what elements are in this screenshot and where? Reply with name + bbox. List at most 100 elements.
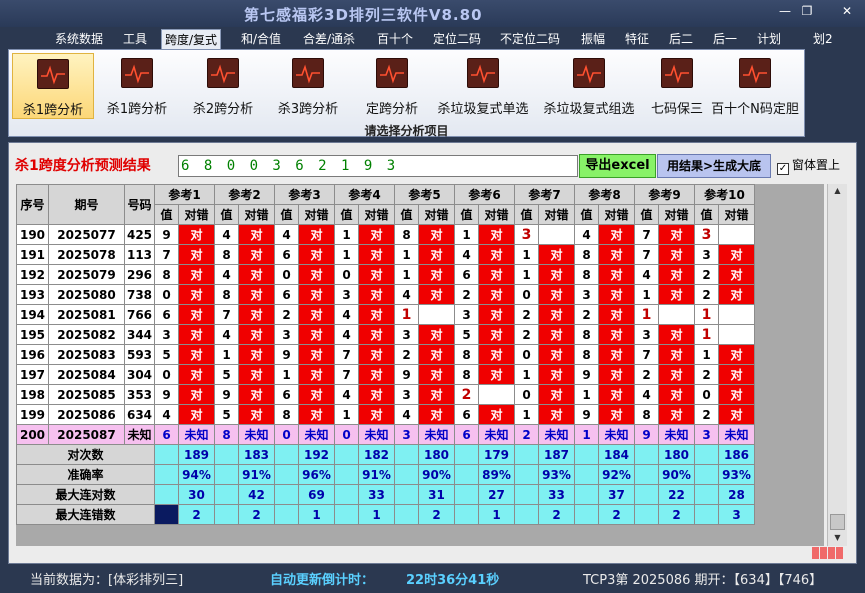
table-row[interactable]: 197 2025084 304 0 对 5 对 1 对 7 对 9 对 8 对 1 对 9 对 2 对 2 对 [16,364,755,385]
stat-spacer [634,504,659,525]
check-cell: 对 [418,364,455,385]
analysis-button-label: 定跨分析 [365,102,418,117]
vertical-scrollbar[interactable]: ▲ ▼ [827,184,847,546]
stat-cell: 2 [238,504,275,525]
analysis-button[interactable]: 杀3跨分析 [267,53,349,119]
menu-item[interactable]: 不定位二码 [497,29,563,49]
value-cell: 4 [634,384,659,405]
period-cell: 2025081 [48,304,125,325]
table-row[interactable]: 199 2025086 634 4 对 5 对 8 对 1 对 4 对 6 对 1 对 9 对 8 对 2 对 [16,404,755,425]
menu-item[interactable]: 定位二码 [430,29,484,49]
seq-cell: 196 [16,344,49,365]
check-cell [718,224,755,245]
value-cell: 3 [694,424,719,445]
menu-item[interactable]: 振幅 [578,29,608,49]
stat-cell: 93% [718,464,755,485]
col-ref: 参考7 [514,184,575,205]
value-cell: 4 [334,384,359,405]
check-cell: 对 [238,264,275,285]
check-cell: 对 [718,284,755,305]
analysis-button[interactable]: 杀1跨分析 [12,53,94,119]
table-row[interactable]: 196 2025083 593 5 对 1 对 9 对 7 对 2 对 8 对 0 对 8 对 7 对 1 对 [16,344,755,365]
scroll-up-icon[interactable]: ▲ [828,184,847,198]
table-row[interactable]: 195 2025082 344 3 对 4 对 3 对 4 对 3 对 5 对 2 对 8 对 3 对 1 [16,324,755,345]
value-cell: 4 [154,404,179,425]
chart-icon [207,58,239,88]
value-cell: 9 [154,224,179,245]
analysis-button[interactable]: 杀垃圾复式单选 [433,53,533,119]
stat-label: 最大连对数 [16,484,155,505]
value-cell: 5 [214,404,239,425]
code-cell: 未知 [124,424,155,445]
seq-cell: 197 [16,364,49,385]
check-cell: 对 [238,224,275,245]
check-cell: 对 [538,404,575,425]
menu-item[interactable]: 划2 [810,29,836,49]
table-row[interactable]: 190 2025077 425 9 对 4 对 4 对 1 对 8 对 1 对 3 4 对 7 对 3 [16,224,755,245]
stat-cell: 180 [418,444,455,465]
status-bar: 当前数据为：[体彩排列三] 自动更新倒计时： 22时36分41秒 TCP3第 2… [0,565,865,593]
menu-item[interactable]: 后二 [666,29,696,49]
analysis-button[interactable]: 杀2跨分析 [181,53,265,119]
table-row[interactable]: 193 2025080 738 0 对 8 对 6 对 3 对 4 对 2 对 0 对 3 对 1 对 2 对 [16,284,755,305]
stat-label: 准确率 [16,464,155,485]
menu-item[interactable]: 跨度/复式 [161,29,222,49]
analysis-button[interactable]: 七码保三 [643,53,711,119]
value-cell: 8 [454,344,479,365]
col-code: 号码 [124,184,155,225]
menu-item[interactable]: 计划 [754,29,784,49]
value-cell: 0 [694,384,719,405]
generate-base-button[interactable]: 用结果>生成大底 [657,154,771,178]
col-check: 对错 [418,204,455,225]
stat-cell: 187 [538,444,575,465]
table-row[interactable]: 192 2025079 296 8 对 4 对 0 对 0 对 1 对 6 对 1 对 8 对 4 对 2 对 [16,264,755,285]
code-cell: 304 [124,364,155,385]
stat-spacer [334,504,359,525]
table-row[interactable]: 200 2025087 未知 6 未知 8 未知 0 未知 0 未知 3 未知 6 未知 2 未知 1 未知 9 未知 3… [16,424,755,445]
table-row[interactable]: 194 2025081 766 6 对 7 对 2 对 4 对 1 3 对 2 对 2 对 1 1 [16,304,755,325]
menu-item[interactable]: 百十个 [374,29,416,49]
check-cell: 对 [598,344,635,365]
checkbox-check-icon[interactable]: ✓ [777,163,789,175]
stat-spacer [694,464,719,485]
col-ref: 参考4 [334,184,395,205]
analysis-button[interactable]: 定跨分析 [353,53,431,119]
menu-item[interactable]: 和/合值 [238,29,284,49]
stat-cell: 2 [538,504,575,525]
content-panel: 杀1跨度分析预测结果 6 8 0 0 3 6 2 1 9 3 导出excel 用… [8,142,857,564]
value-cell: 8 [214,244,239,265]
scroll-thumb[interactable] [830,514,845,530]
table-row[interactable]: 191 2025078 113 7 对 8 对 6 对 1 对 1 对 4 对 1 对 8 对 7 对 3 对 [16,244,755,265]
close-button[interactable]: ✕ [836,3,858,19]
value-cell: 9 [634,424,659,445]
scroll-down-icon[interactable]: ▼ [828,531,847,545]
stat-spacer [634,444,659,465]
stat-cell: 1 [478,504,515,525]
export-excel-button[interactable]: 导出excel [579,154,656,178]
check-cell: 对 [238,304,275,325]
restore-button[interactable]: ❐ [796,3,818,19]
table-row[interactable]: 198 2025085 353 9 对 9 对 6 对 4 对 3 对 2 0 对 1 对 4 对 0 对 [16,384,755,405]
value-cell: 7 [214,304,239,325]
minimize-button[interactable]: — [774,3,796,19]
menu-item[interactable]: 合差/通杀 [300,29,358,49]
menu-item[interactable]: 系统数据 [52,29,106,49]
menu-item[interactable]: 后一 [710,29,740,49]
check-cell: 对 [358,264,395,285]
result-input[interactable]: 6 8 0 0 3 6 2 1 9 3 [178,155,578,177]
stat-cell: 189 [178,444,215,465]
topmost-checkbox[interactable]: ✓ 窗体置上 [777,156,840,175]
code-cell: 738 [124,284,155,305]
analysis-button[interactable]: 杀垃圾复式组选 [539,53,639,119]
stat-spacer [394,464,419,485]
stat-cell: 27 [478,484,515,505]
value-cell: 4 [214,324,239,345]
analysis-button[interactable]: 杀1跨分析 [97,53,177,119]
value-cell: 0 [334,424,359,445]
value-cell: 3 [454,304,479,325]
analysis-button[interactable]: 百十个N码定胆 [711,53,799,119]
menu-item[interactable]: 工具 [120,29,150,49]
period-cell: 2025079 [48,264,125,285]
menu-item[interactable]: 特征 [622,29,652,49]
stat-row: 准确率 94% 91% 96% 91% 90% 89% 93% 92% 90% 93% [16,464,755,485]
